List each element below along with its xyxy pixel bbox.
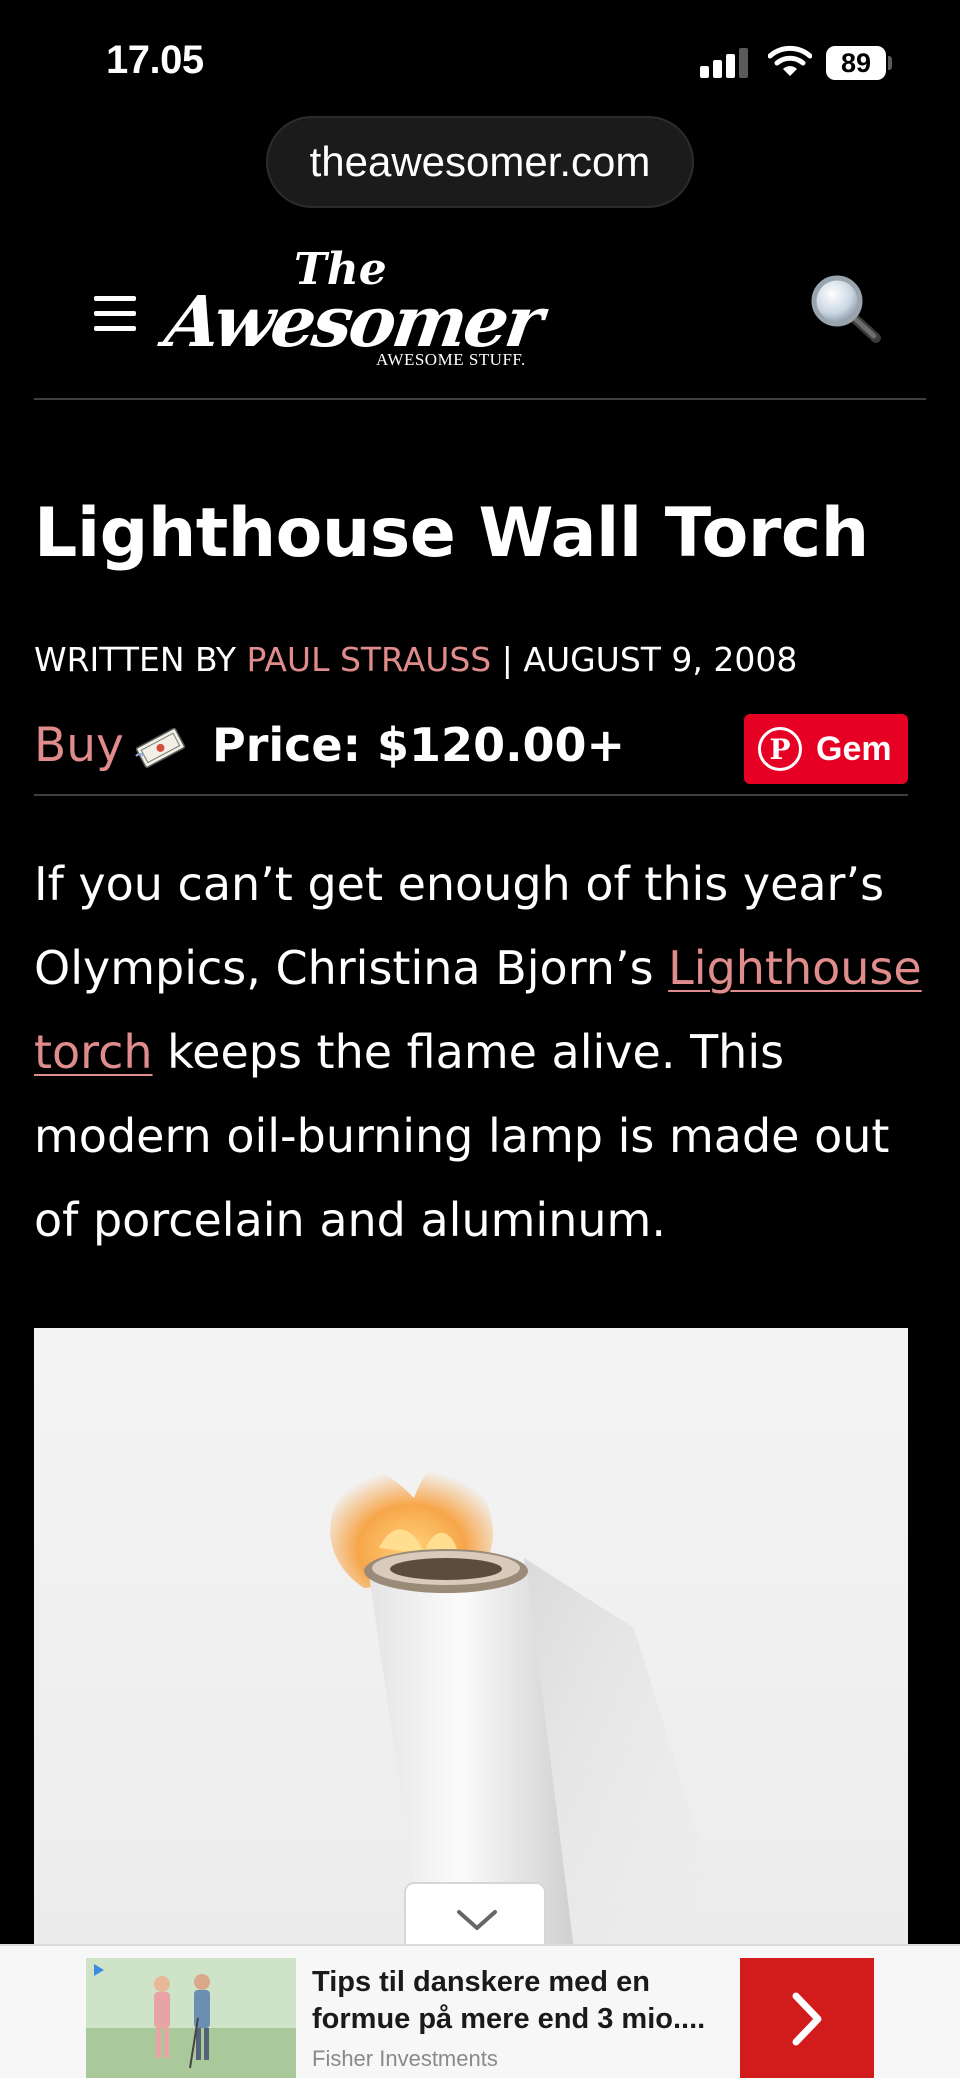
author-link[interactable]: PAUL STRAUSS — [247, 640, 492, 679]
buy-link[interactable]: Buy — [34, 718, 124, 773]
header-divider — [34, 398, 926, 400]
chevron-right-icon — [792, 1992, 822, 2046]
logo-tagline: AWESOME STUFF. — [376, 350, 526, 369]
ad-banner[interactable]: Tips til danskere med en formue på mere … — [0, 1944, 960, 2078]
torch-illustration — [330, 1456, 734, 1950]
menu-icon[interactable] — [94, 296, 136, 332]
battery-indicator: 89 — [826, 46, 886, 80]
pinterest-icon: P — [758, 727, 802, 771]
article-body: If you can’t get enough of this year’s O… — [34, 842, 924, 1262]
price-divider — [34, 794, 908, 796]
price-label: Price: $120.00+ — [212, 718, 626, 772]
site-logo[interactable]: The Awesomer AWESOME STUFF. — [160, 244, 546, 374]
save-button-label: Gem — [816, 729, 892, 768]
ad-cta-button[interactable] — [740, 1958, 874, 2078]
body-text-2: keeps the flame alive. This modern oil-b… — [34, 1025, 890, 1247]
status-time: 17.05 — [106, 38, 204, 82]
search-icon[interactable] — [808, 272, 882, 346]
chevron-down-icon — [457, 1910, 497, 1930]
ad-image[interactable] — [86, 1958, 296, 2078]
publish-date: AUGUST 9, 2008 — [523, 640, 798, 679]
ad-advertiser: Fisher Investments — [312, 2046, 498, 2071]
article-image — [34, 1328, 908, 1950]
money-icon[interactable] — [132, 726, 188, 768]
byline: WRITTEN BY PAUL STRAUSS | AUGUST 9, 2008 — [34, 640, 797, 679]
address-bar[interactable]: theawesomer.com — [266, 116, 694, 208]
battery-tip — [888, 56, 892, 70]
wifi-icon — [768, 45, 812, 76]
article-title: Lighthouse Wall Torch — [34, 494, 869, 573]
collapse-ad-tab[interactable] — [404, 1882, 546, 1950]
ad-headline[interactable]: Tips til danskere med en formue på mere … — [312, 1964, 712, 2038]
cellular-signal-icon — [700, 48, 752, 78]
pinterest-save-button[interactable]: P Gem — [744, 714, 908, 784]
byline-separator: | — [491, 640, 524, 679]
ad-golfers-illustration — [86, 1958, 296, 2078]
byline-prefix: WRITTEN BY — [34, 640, 247, 679]
